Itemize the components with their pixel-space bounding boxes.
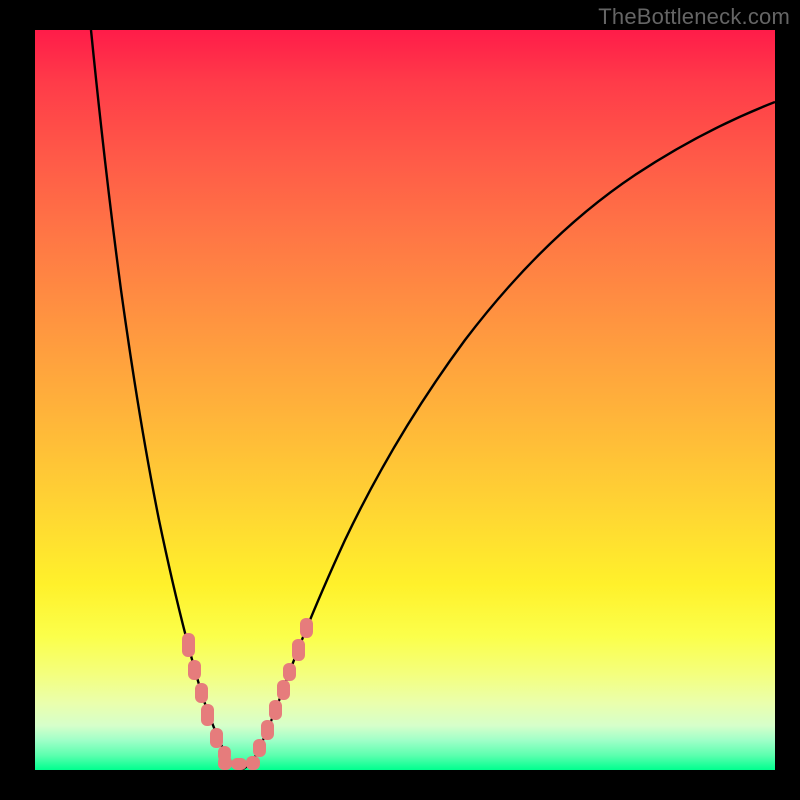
data-marker — [231, 758, 247, 770]
plot-area — [35, 30, 775, 770]
data-marker — [277, 680, 290, 700]
data-marker — [283, 663, 296, 681]
left-curve-branch — [91, 30, 241, 770]
data-marker — [195, 683, 208, 703]
data-marker — [188, 660, 201, 680]
data-marker — [246, 756, 260, 770]
curve-layer — [35, 30, 775, 770]
data-marker — [261, 720, 274, 740]
watermark-text: TheBottleneck.com — [598, 4, 790, 30]
data-marker — [292, 639, 305, 661]
chart-container: TheBottleneck.com — [0, 0, 800, 800]
data-marker — [201, 704, 214, 726]
data-marker — [218, 756, 232, 770]
data-marker — [253, 739, 266, 757]
data-marker — [182, 633, 195, 657]
data-marker — [210, 728, 223, 748]
data-marker — [300, 618, 313, 638]
data-marker — [269, 700, 282, 720]
right-curve-branch — [241, 102, 775, 770]
